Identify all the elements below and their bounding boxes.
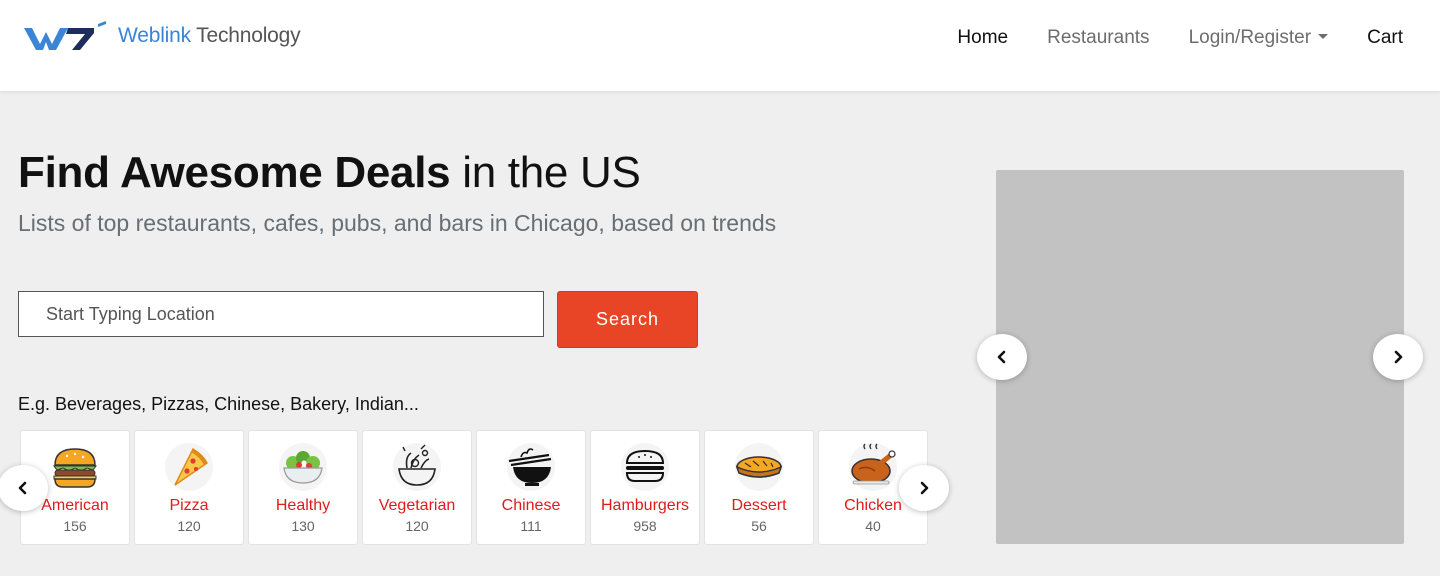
- image-slider: [996, 170, 1404, 544]
- category-card-chinese[interactable]: Chinese 111: [476, 430, 586, 545]
- category-name: Dessert: [731, 497, 787, 514]
- noodle-bowl-icon: [505, 441, 557, 493]
- logo-mark-icon: [24, 21, 106, 50]
- nav-cart[interactable]: Cart: [1367, 27, 1403, 49]
- chevron-right-icon: [1394, 350, 1403, 364]
- main-nav: Home Restaurants Login/Register Cart: [918, 24, 1403, 52]
- category-name: Chinese: [501, 497, 561, 514]
- category-count: 111: [520, 518, 542, 534]
- category-name: Pizza: [169, 497, 209, 514]
- nav-restaurants[interactable]: Restaurants: [1047, 27, 1149, 49]
- slider-next-button[interactable]: [1373, 334, 1423, 380]
- category-count: 958: [633, 518, 657, 534]
- chevron-right-icon: [920, 481, 929, 495]
- pizza-icon: [163, 441, 215, 493]
- nav-login-register-dropdown[interactable]: Login/Register: [1189, 27, 1329, 49]
- chevron-left-icon: [18, 481, 27, 495]
- salad-icon: [277, 441, 329, 493]
- category-count: 56: [751, 518, 767, 534]
- category-card-vegetarian[interactable]: Vegetarian 120: [362, 430, 472, 545]
- vegetable-bowl-icon: [391, 441, 443, 493]
- location-search-input[interactable]: [18, 291, 544, 337]
- category-name: Vegetarian: [378, 497, 456, 514]
- title-rest: in the US: [450, 148, 641, 197]
- category-count: 130: [291, 518, 315, 534]
- burger-icon: [49, 441, 101, 493]
- page-title: Find Awesome Deals in the US: [18, 148, 641, 198]
- category-name: Healthy: [275, 497, 331, 514]
- logo[interactable]: Weblink Technology: [22, 20, 301, 52]
- pie-icon: [733, 441, 785, 493]
- logo-text: Weblink Technology: [118, 24, 301, 47]
- category-card-dessert[interactable]: Dessert 56: [704, 430, 814, 545]
- search-button[interactable]: Search: [557, 291, 698, 348]
- nav-home[interactable]: Home: [957, 27, 1008, 49]
- category-count: 156: [63, 518, 87, 534]
- chevron-left-icon: [997, 350, 1006, 364]
- nav-login-label: Login/Register: [1188, 27, 1312, 48]
- category-card-pizza[interactable]: Pizza 120: [134, 430, 244, 545]
- category-count: 120: [405, 518, 429, 534]
- category-card-hamburgers[interactable]: Hamburgers 958: [590, 430, 700, 545]
- roast-chicken-icon: [847, 441, 899, 493]
- category-count: 40: [865, 518, 881, 534]
- category-count: 120: [177, 518, 201, 534]
- page-subtitle: Lists of top restaurants, cafes, pubs, a…: [18, 210, 777, 236]
- slider-prev-button[interactable]: [977, 334, 1027, 380]
- category-prev-button[interactable]: [0, 465, 48, 511]
- caret-down-icon: [1318, 34, 1329, 39]
- title-bold: Find Awesome Deals: [18, 148, 451, 197]
- site-header: Weblink Technology Home Restaurants Logi…: [0, 0, 1440, 92]
- category-name: Hamburgers: [600, 497, 690, 514]
- examples-hint: E.g. Beverages, Pizzas, Chinese, Bakery,…: [18, 394, 419, 414]
- hamburger-outline-icon: [619, 441, 671, 493]
- category-card-healthy[interactable]: Healthy 130: [248, 430, 358, 545]
- category-next-button[interactable]: [899, 465, 949, 511]
